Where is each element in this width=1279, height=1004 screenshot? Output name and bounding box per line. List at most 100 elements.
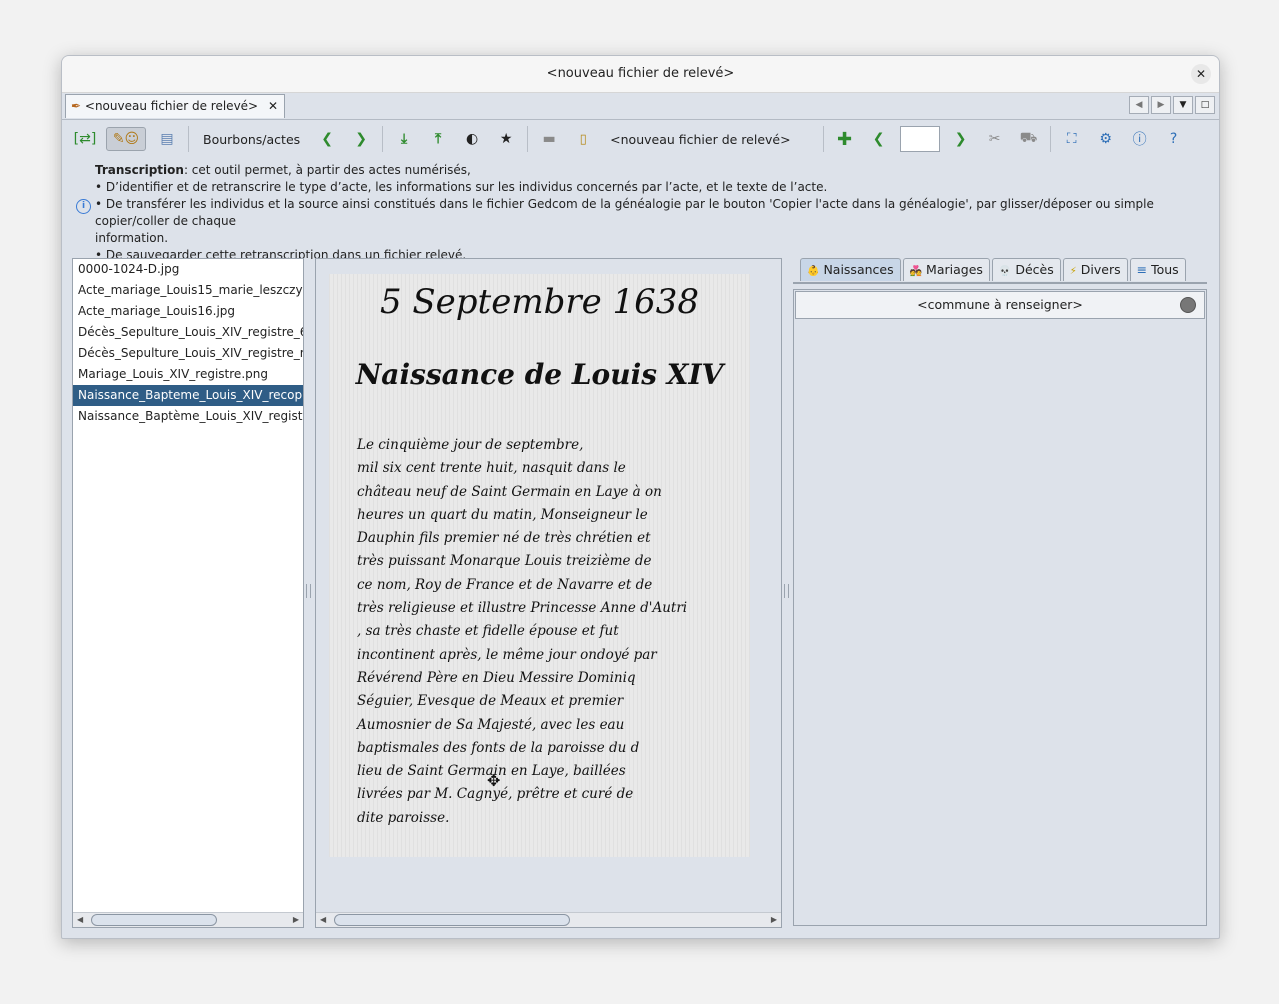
tab-naissances[interactable]: 👶 Naissances: [800, 258, 901, 281]
info-circle-icon: i: [76, 199, 91, 214]
help-icon[interactable]: ?: [1161, 126, 1187, 152]
baby-icon: 👶: [807, 266, 820, 277]
file-list-item[interactable]: Naissance_Baptème_Louis_XIV_registre.: [73, 406, 303, 427]
info-line: information.: [95, 231, 169, 245]
tab-underline: [793, 282, 1207, 284]
info-lead-bold: Transcription: [95, 163, 184, 177]
info-line: • De transférer les individus et la sour…: [95, 197, 1154, 228]
tab-label: Tous: [1151, 262, 1179, 277]
source-file-label: <nouveau fichier de relevé>: [610, 131, 791, 147]
scanned-record-image: 5 Septembre 1638 Naissance de Louis XIV …: [329, 274, 750, 857]
tab-tous[interactable]: ≡ Tous: [1129, 258, 1186, 281]
toolbar-separator: [822, 126, 824, 152]
next-image-icon[interactable]: ❯: [348, 126, 374, 152]
status-dot-icon[interactable]: [1180, 297, 1196, 313]
file-list-item[interactable]: Acte_mariage_Louis16.jpg: [73, 301, 303, 322]
right-splitter[interactable]: [783, 258, 789, 926]
move-cursor-icon: ✥: [487, 771, 501, 790]
skull-icon: 💀: [998, 266, 1012, 277]
contrast-icon[interactable]: ◐: [459, 126, 485, 152]
record-number-input[interactable]: [899, 126, 940, 152]
toolbar-separator: [382, 126, 384, 152]
tab-divers[interactable]: ⚡ Divers: [1062, 258, 1128, 281]
copy-to-genealogy-icon[interactable]: ⛟: [1016, 126, 1042, 152]
event-panel: 👶 Naissances 💑 Mariages 💀 Décès ⚡ Divers…: [793, 258, 1207, 926]
splitter-grip: [306, 584, 311, 598]
scroll-thumb[interactable]: [334, 914, 570, 926]
scroll-right-icon[interactable]: ▶: [771, 913, 777, 927]
document-tab-label: <nouveau fichier de relevé>: [84, 99, 259, 113]
toolbar-separator: [1049, 126, 1051, 152]
edit-persons-icon: ✎☺: [112, 131, 140, 147]
commune-label: <commune à renseigner>: [917, 297, 1083, 312]
file-list-hscrollbar[interactable]: ◀ ▶: [73, 912, 303, 927]
scan-date-heading: 5 Septembre 1638: [379, 282, 700, 322]
folder-label: Bourbons/actes: [203, 131, 301, 147]
next-record-icon[interactable]: ❯: [948, 126, 974, 152]
commune-button[interactable]: <commune à renseigner>: [795, 291, 1205, 319]
lightning-icon: ⚡: [1069, 266, 1077, 277]
scan-body-text: Le cinquième jour de septembre, mil six …: [357, 437, 688, 826]
toolbar-separator: [527, 126, 529, 152]
download-icon[interactable]: ⤓: [391, 126, 417, 152]
tab-deces[interactable]: 💀 Décès: [991, 258, 1061, 281]
link-mode-icon[interactable]: [⇄]: [72, 126, 98, 152]
image-viewer[interactable]: 5 Septembre 1638 Naissance de Louis XIV …: [315, 258, 782, 928]
bookmark-star-icon[interactable]: ★: [493, 126, 519, 152]
quill-icon: ✒: [71, 99, 82, 113]
file-list-item[interactable]: Acte_mariage_Louis15_marie_leszczynski: [73, 280, 303, 301]
info-icon[interactable]: ⓘ: [1127, 126, 1153, 152]
table-view-icon[interactable]: ▤: [154, 126, 180, 152]
file-list-item[interactable]: Décès_Sepulture_Louis_XIV_registre_ret: [73, 343, 303, 364]
event-content-area: <commune à renseigner>: [793, 289, 1207, 926]
tab-label: Naissances: [823, 262, 894, 277]
add-record-icon[interactable]: ✚: [832, 126, 858, 152]
main-toolbar: [⇄] ✎☺ ▤ Bourbons/actes ❮ ❯ ⤓ ⤒ ◐ ★ ▬ ▯ …: [62, 120, 1219, 158]
tab-list-icon[interactable]: ▼: [1173, 96, 1193, 114]
left-splitter[interactable]: [305, 258, 311, 926]
file-list-item-selected[interactable]: Naissance_Bapteme_Louis_XIV_recopie.j: [73, 385, 303, 406]
event-type-tabs: 👶 Naissances 💑 Mariages 💀 Décès ⚡ Divers…: [800, 258, 1186, 282]
delete-record-icon[interactable]: ✂: [982, 126, 1008, 152]
scroll-right-icon[interactable]: ▶: [1151, 96, 1171, 114]
document-tab-close-icon[interactable]: ✕: [268, 99, 278, 113]
document-tab-strip: ✒ <nouveau fichier de relevé> ✕ ◀ ▶ ▼ □: [62, 93, 1219, 120]
document-tab[interactable]: ✒ <nouveau fichier de relevé> ✕: [65, 94, 285, 118]
document-icon: ▯: [579, 131, 587, 147]
viewer-hscrollbar[interactable]: ◀ ▶: [316, 912, 781, 927]
window-title: <nouveau fichier de relevé>: [546, 66, 735, 81]
couple-icon: 💑: [909, 266, 923, 277]
scroll-left-icon[interactable]: ◀: [320, 913, 326, 927]
tab-label: Décès: [1015, 262, 1054, 277]
prev-image-icon[interactable]: ❮: [314, 126, 340, 152]
list-icon: ≡: [1136, 262, 1148, 277]
info-line: • D’identifier et de retranscrire le typ…: [95, 180, 828, 194]
image-file-list[interactable]: 0000-1024-D.jpg Acte_mariage_Louis15_mar…: [72, 258, 304, 928]
tab-label: Mariages: [926, 262, 983, 277]
file-list-item[interactable]: 0000-1024-D.jpg: [73, 259, 303, 280]
scroll-right-icon[interactable]: ▶: [293, 913, 299, 927]
source-book-icon[interactable]: ▬: [536, 126, 562, 152]
maximize-icon[interactable]: □: [1195, 96, 1215, 114]
tab-label: Divers: [1080, 262, 1121, 277]
window-close-button[interactable]: ✕: [1191, 64, 1211, 84]
title-bar: <nouveau fichier de relevé> ✕: [62, 56, 1219, 93]
tab-strip-controls: ◀ ▶ ▼ □: [1129, 96, 1215, 114]
app-window: <nouveau fichier de relevé> ✕ ✒ <nouveau…: [61, 55, 1220, 939]
settings-icon[interactable]: ⚙: [1093, 126, 1119, 152]
scroll-left-icon[interactable]: ◀: [77, 913, 83, 927]
info-panel: i Transcription: cet outil permet, à par…: [72, 162, 1209, 262]
upload-icon[interactable]: ⤒: [425, 126, 451, 152]
tab-mariages[interactable]: 💑 Mariages: [902, 258, 990, 281]
scan-title-heading: Naissance de Louis XIV: [355, 358, 724, 391]
info-lead-text: : cet outil permet, à partir des actes n…: [183, 163, 471, 177]
prev-record-icon[interactable]: ❮: [866, 126, 892, 152]
edit-mode-toggle[interactable]: ✎☺: [106, 127, 146, 151]
splitter-grip: [784, 584, 789, 598]
file-list-item[interactable]: Décès_Sepulture_Louis_XIV_registre_60-: [73, 322, 303, 343]
scroll-thumb[interactable]: [91, 914, 217, 926]
toolbar-separator: [188, 126, 189, 152]
file-list-item[interactable]: Mariage_Louis_XIV_registre.png: [73, 364, 303, 385]
scroll-left-icon[interactable]: ◀: [1129, 96, 1149, 114]
fit-screen-icon[interactable]: ⛶: [1059, 126, 1085, 152]
